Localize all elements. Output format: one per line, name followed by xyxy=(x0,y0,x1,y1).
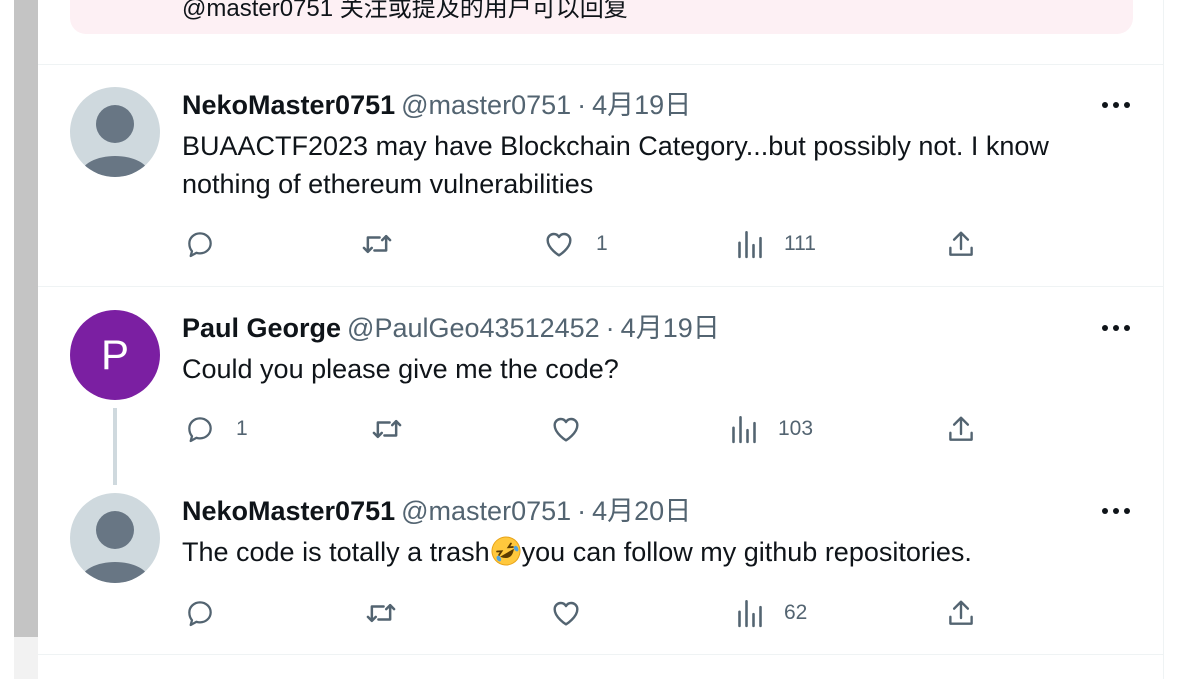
tweet-header: NekoMaster0751 @master0751 · 4月20日 xyxy=(182,494,691,528)
views-button[interactable]: 111 xyxy=(736,224,816,264)
avatar[interactable] xyxy=(70,87,160,177)
tweet-text: Could you please give me the code? xyxy=(182,354,619,384)
author-handle[interactable]: @master0751 xyxy=(401,90,571,120)
tweet-text-before-emoji: The code is totally a trash xyxy=(182,537,490,567)
reply-button[interactable] xyxy=(184,593,236,633)
tweet-text: The code is totally a trash you can follo… xyxy=(182,533,1122,571)
avatar[interactable]: P xyxy=(70,310,160,400)
retweet-icon xyxy=(366,603,396,623)
reply-icon xyxy=(188,601,212,627)
author-name[interactable]: NekoMaster0751 xyxy=(182,90,395,120)
reply-count: 1 xyxy=(236,417,248,440)
tweet[interactable]: NekoMaster0751 @master0751 · 4月20日 The code… xyxy=(38,493,1163,654)
more-icon xyxy=(1102,325,1130,331)
author-name[interactable]: NekoMaster0751 xyxy=(182,496,395,526)
like-button[interactable] xyxy=(549,593,603,633)
notice-text: @master0751 关注或提及的用户可以回复 xyxy=(182,0,628,22)
views-button[interactable]: 62 xyxy=(736,593,807,633)
separator-dot: · xyxy=(577,496,587,526)
rolling-on-floor-laughing-icon xyxy=(491,536,521,566)
author-handle[interactable]: @master0751 xyxy=(401,496,571,526)
tweet-text-after-emoji: you can follow my github repositories. xyxy=(521,537,972,567)
separator-dot: · xyxy=(577,90,587,120)
share-icon xyxy=(949,416,973,441)
retweet-button[interactable] xyxy=(360,224,414,264)
views-icon xyxy=(738,600,762,628)
view-count: 62 xyxy=(784,601,808,624)
share-icon xyxy=(949,231,973,256)
more-options-button[interactable] xyxy=(1101,93,1131,117)
reply-button[interactable] xyxy=(184,224,236,264)
tweet-date[interactable]: 4月19日 xyxy=(592,90,691,120)
share-button[interactable] xyxy=(946,409,976,449)
divider xyxy=(38,286,1163,287)
tweet-date[interactable]: 4月20日 xyxy=(592,496,691,526)
share-button[interactable] xyxy=(946,224,976,264)
tweet[interactable]: NekoMaster0751 @master0751 · 4月19日 BUAACTF2… xyxy=(38,87,1163,286)
like-icon xyxy=(553,417,579,442)
conversation-timeline: @master0751 关注或提及的用户可以回复 NekoMaster0751 @… xyxy=(38,0,1164,679)
page: @master0751 关注或提及的用户可以回复 NekoMaster0751 @… xyxy=(0,0,1183,679)
tweet-date[interactable]: 4月19日 xyxy=(621,313,720,343)
reply-restriction-notice: @master0751 关注或提及的用户可以回复 xyxy=(70,0,1133,34)
more-options-button[interactable] xyxy=(1101,316,1131,340)
avatar[interactable] xyxy=(70,493,160,583)
retweet-button[interactable] xyxy=(364,593,418,633)
views-icon xyxy=(732,416,756,444)
divider xyxy=(38,64,1163,65)
retweet-icon xyxy=(362,234,392,254)
like-count: 1 xyxy=(596,232,608,255)
tweet-actions: 1 103 xyxy=(38,409,1163,449)
reply-icon xyxy=(188,232,212,258)
author-name[interactable]: Paul George xyxy=(182,313,341,343)
author-handle[interactable]: @PaulGeo43512452 xyxy=(347,313,600,343)
view-count: 111 xyxy=(784,232,816,255)
tweet-header: Paul George @PaulGeo43512452 · 4月19日 xyxy=(182,311,720,345)
default-avatar-icon xyxy=(79,511,151,583)
view-count: 103 xyxy=(778,417,814,440)
share-button[interactable] xyxy=(946,593,976,633)
views-button[interactable]: 103 xyxy=(730,409,813,449)
separator-dot: · xyxy=(605,313,615,343)
scrollbar-thumb[interactable] xyxy=(14,0,38,637)
more-icon xyxy=(1102,102,1130,108)
tweet[interactable]: P Paul George @PaulGeo43512452 · 4月19日 Coul… xyxy=(38,310,1163,493)
default-avatar-icon xyxy=(79,105,151,177)
tweet-header: NekoMaster0751 @master0751 · 4月19日 xyxy=(182,88,691,122)
tweet-actions: 1 111 xyxy=(38,224,1163,264)
retweet-button[interactable] xyxy=(370,409,424,449)
like-icon xyxy=(553,601,579,626)
more-options-button[interactable] xyxy=(1101,499,1131,523)
like-icon xyxy=(546,232,572,257)
views-icon xyxy=(738,231,762,259)
like-button[interactable]: 1 xyxy=(542,224,608,264)
retweet-icon xyxy=(372,419,402,439)
divider xyxy=(38,654,1163,655)
reply-button[interactable]: 1 xyxy=(184,409,248,449)
reply-icon xyxy=(188,417,212,443)
tweet-actions: 62 xyxy=(38,593,1163,633)
like-button[interactable] xyxy=(549,409,603,449)
more-icon xyxy=(1102,508,1130,514)
tweet-text: BUAACTF2023 may have Blockchain Category… xyxy=(182,131,1049,199)
share-icon xyxy=(949,600,973,625)
avatar-letter: P xyxy=(100,331,129,378)
